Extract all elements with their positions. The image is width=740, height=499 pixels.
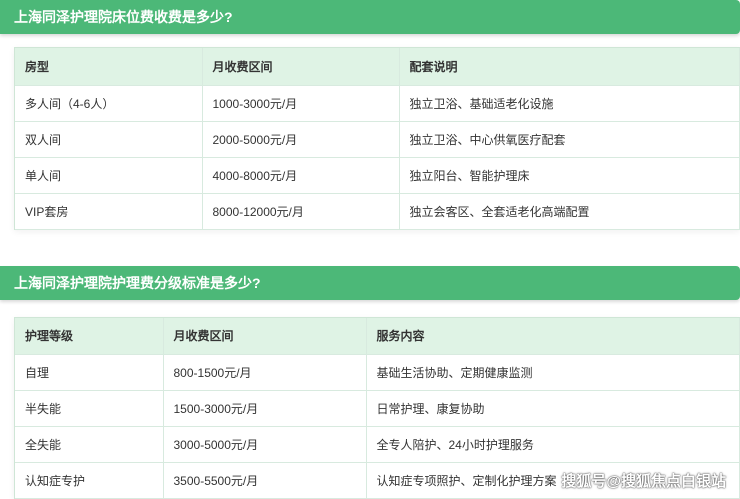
bed-fee-table: 房型 月收费区间 配套说明 多人间（4-6人） 1000-3000元/月 独立卫… xyxy=(15,48,740,230)
facilities-cell: 独立阳台、智能护理床 xyxy=(399,157,740,194)
service-content-cell: 日常护理、康复协助 xyxy=(366,390,740,427)
monthly-fee-cell: 800-1500元/月 xyxy=(163,354,367,391)
monthly-fee-cell: 3000-5000元/月 xyxy=(163,426,367,463)
care-level-cell: 认知症专护 xyxy=(15,462,164,499)
header-cell-service-content: 服务内容 xyxy=(366,318,740,355)
table-row: 半失能 1500-3000元/月 日常护理、康复协助 xyxy=(15,390,740,427)
table-header-row: 护理等级 月收费区间 服务内容 xyxy=(15,318,740,355)
table-row: VIP套房 8000-12000元/月 独立会客区、全套适老化高端配置 xyxy=(15,193,740,230)
header-cell-room-type: 房型 xyxy=(15,48,203,86)
room-type-cell: 单人间 xyxy=(15,157,203,194)
room-type-cell: 双人间 xyxy=(15,121,203,158)
table-row: 多人间（4-6人） 1000-3000元/月 独立卫浴、基础适老化设施 xyxy=(15,85,740,122)
care-fee-section-title: 上海同泽护理院护理费分级标准是多少? xyxy=(14,275,261,291)
table-row: 双人间 2000-5000元/月 独立卫浴、中心供氧医疗配套 xyxy=(15,121,740,158)
care-level-cell: 全失能 xyxy=(15,426,164,463)
bed-fee-section-header: 上海同泽护理院床位费收费是多少? xyxy=(0,0,740,34)
header-cell-monthly-fee: 月收费区间 xyxy=(163,318,367,355)
monthly-fee-cell: 1000-3000元/月 xyxy=(202,85,400,122)
monthly-fee-cell: 8000-12000元/月 xyxy=(202,193,400,230)
room-type-cell: VIP套房 xyxy=(15,193,203,230)
monthly-fee-cell: 4000-8000元/月 xyxy=(202,157,400,194)
facilities-cell: 独立卫浴、基础适老化设施 xyxy=(399,85,740,122)
care-fee-section-header: 上海同泽护理院护理费分级标准是多少? xyxy=(0,266,740,300)
monthly-fee-cell: 1500-3000元/月 xyxy=(163,390,367,427)
table-row: 全失能 3000-5000元/月 全专人陪护、24小时护理服务 xyxy=(15,426,740,463)
table-row: 自理 800-1500元/月 基础生活协助、定期健康监测 xyxy=(15,354,740,391)
monthly-fee-cell: 2000-5000元/月 xyxy=(202,121,400,158)
facilities-cell: 独立卫浴、中心供氧医疗配套 xyxy=(399,121,740,158)
header-cell-monthly-fee: 月收费区间 xyxy=(202,48,400,86)
monthly-fee-cell: 3500-5500元/月 xyxy=(163,462,367,499)
room-type-cell: 多人间（4-6人） xyxy=(15,85,203,122)
table-row: 单人间 4000-8000元/月 独立阳台、智能护理床 xyxy=(15,157,740,194)
service-content-cell: 基础生活协助、定期健康监测 xyxy=(366,354,740,391)
source-watermark: 搜狐号@搜狐焦点白银站 xyxy=(561,473,726,490)
header-cell-care-level: 护理等级 xyxy=(15,318,164,355)
facilities-cell: 独立会客区、全套适老化高端配置 xyxy=(399,193,740,230)
bed-fee-table-container: 房型 月收费区间 配套说明 多人间（4-6人） 1000-3000元/月 独立卫… xyxy=(14,47,740,230)
service-content-cell: 全专人陪护、24小时护理服务 xyxy=(366,426,740,463)
care-level-cell: 半失能 xyxy=(15,390,164,427)
bed-fee-section-title: 上海同泽护理院床位费收费是多少? xyxy=(14,9,233,25)
header-cell-facilities: 配套说明 xyxy=(399,48,740,86)
table-header-row: 房型 月收费区间 配套说明 xyxy=(15,48,740,86)
care-level-cell: 自理 xyxy=(15,354,164,391)
